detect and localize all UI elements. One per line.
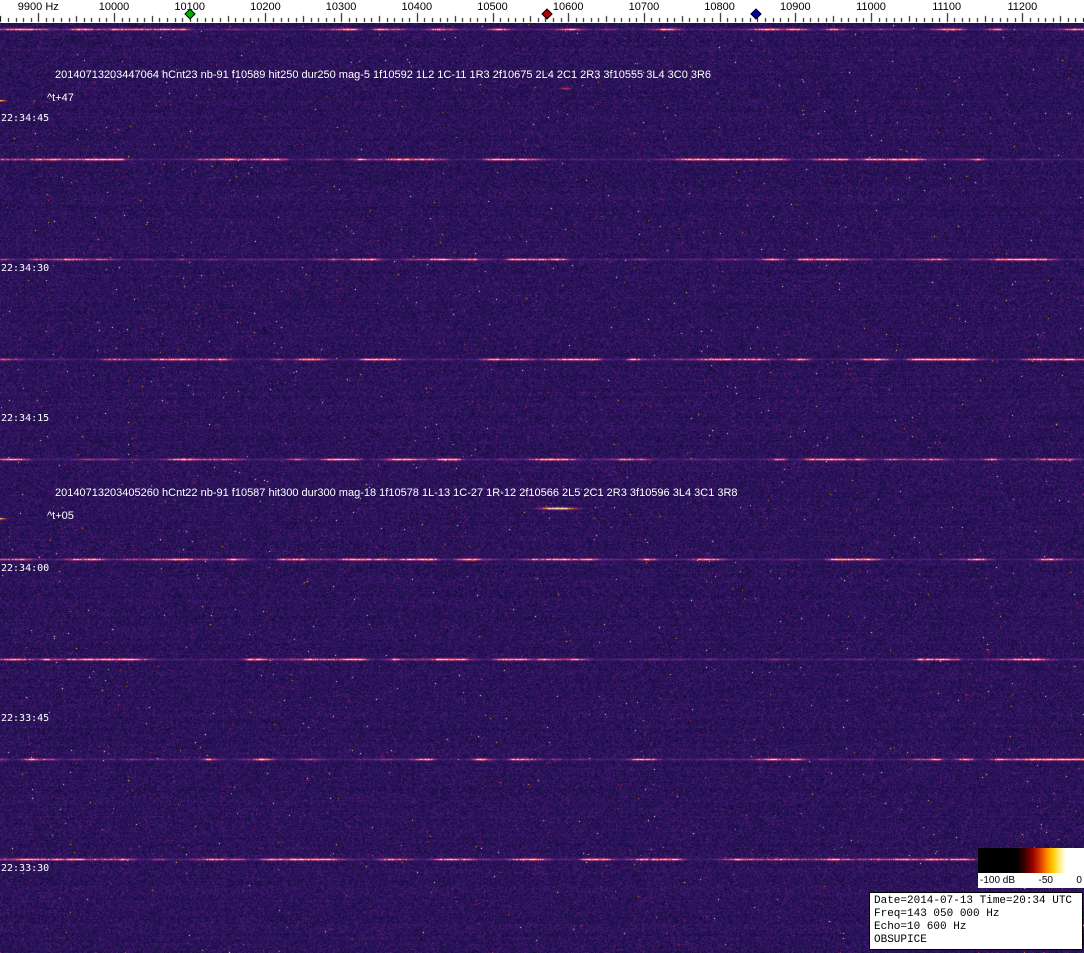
- colorbar-mid-label: -50: [1039, 875, 1053, 886]
- time-label: 22:33:45: [1, 713, 49, 724]
- freq-tick-label: 10500: [477, 1, 508, 13]
- frequency-ruler: 9900 Hz100001010010200103001040010500106…: [0, 0, 1084, 23]
- time-label: 22:34:30: [1, 263, 49, 274]
- info-freq-line: Freq=143 050 000 Hz: [874, 908, 1078, 921]
- freq-tick-label: 11000: [856, 1, 886, 13]
- colorbar-min-label: -100 dB: [980, 875, 1015, 886]
- colorbar-gradient: [978, 848, 1084, 873]
- colorbar-labels: -100 dB -50 0: [978, 873, 1084, 888]
- freq-tick-label: 10700: [629, 1, 660, 13]
- time-label: 22:33:30: [1, 863, 49, 874]
- freq-tick-label: 10200: [250, 1, 281, 13]
- info-echo-line: Echo=10 600 Hz: [874, 921, 1078, 934]
- waterfall-display: 22:34:45 22:34:30 22:34:15 22:34:00 22:33:45…: [0, 23, 1084, 953]
- time-label: 22:34:15: [1, 413, 49, 424]
- info-station-line: OBSUPICE: [874, 934, 1078, 947]
- freq-tick-label: 10600: [553, 1, 584, 13]
- freq-tick-label: 11200: [1008, 1, 1038, 13]
- freq-tick-label: 10900: [780, 1, 811, 13]
- detection-time-offset: ^t+47: [47, 92, 74, 104]
- colorbar-max-label: 0: [1076, 875, 1082, 886]
- time-label: 22:34:00: [1, 563, 49, 574]
- freq-tick-label: 9900 Hz: [18, 1, 59, 13]
- spectrogram-window: 9900 Hz100001010010200103001040010500106…: [0, 0, 1084, 953]
- time-label: 22:34:45: [1, 113, 49, 124]
- detection-annotation: 20140713203447064 hCnt23 nb-91 f10589 hi…: [55, 69, 711, 81]
- freq-tick-label: 10300: [326, 1, 357, 13]
- freq-tick-label: 11100: [932, 1, 961, 13]
- freq-tick-label: 10800: [704, 1, 735, 13]
- info-box: Date=2014-07-13 Time=20:34 UTC Freq=143 …: [869, 892, 1083, 950]
- colorbar: -100 dB -50 0: [978, 848, 1084, 888]
- detection-annotation: 20140713203405260 hCnt22 nb-91 f10587 hi…: [55, 487, 738, 499]
- freq-tick-label: 10400: [402, 1, 433, 13]
- info-date-line: Date=2014-07-13 Time=20:34 UTC: [874, 895, 1078, 908]
- detection-time-offset: ^t+05: [47, 510, 74, 522]
- freq-tick-label: 10000: [99, 1, 130, 13]
